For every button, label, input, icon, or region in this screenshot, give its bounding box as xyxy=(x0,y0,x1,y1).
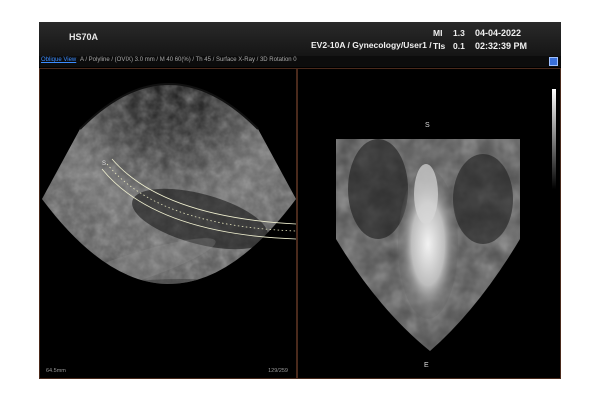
exam-time: 02:32:39 PM xyxy=(475,41,528,51)
grayscale-bar xyxy=(552,89,556,189)
3d-start-marker: S xyxy=(425,122,430,129)
3d-end-marker: E xyxy=(424,362,429,369)
oblique-view-link[interactable]: Oblique View xyxy=(41,57,76,63)
3d-render-image xyxy=(336,139,520,351)
mi-label: MI xyxy=(433,28,443,38)
tis-value: 0.1 xyxy=(453,41,465,51)
frame-counter: 129/259 xyxy=(268,368,288,374)
b-mode-image: S xyxy=(42,83,296,284)
mi-value: 1.3 xyxy=(453,28,465,38)
params-bar: Oblique View A / Polyline / (OVIX) 3.0 m… xyxy=(39,56,561,67)
probe-preset-info: EV2-10A / Gynecology/User1 / xyxy=(311,40,432,50)
header-bar: HS70A EV2-10A / Gynecology/User1 / MI 1.… xyxy=(39,22,561,56)
depth-readout: 64.5mm xyxy=(46,368,66,374)
ultrasound-screen: HS70A EV2-10A / Gynecology/User1 / MI 1.… xyxy=(39,22,561,379)
polyline-start-label: S xyxy=(102,161,106,167)
tis-label: TIs xyxy=(433,41,446,51)
window-toggle-icon[interactable] xyxy=(549,57,558,66)
b-mode-view[interactable]: S 64.5mm 129/259 xyxy=(39,68,297,379)
exam-date: 04-04-2022 xyxy=(475,28,522,38)
3d-render-view[interactable]: S E xyxy=(297,68,561,379)
device-name: HS70A xyxy=(69,32,99,42)
imaging-parameters: A / Polyline / (OVIX) 3.0 mm / M 40 60(%… xyxy=(80,57,297,63)
